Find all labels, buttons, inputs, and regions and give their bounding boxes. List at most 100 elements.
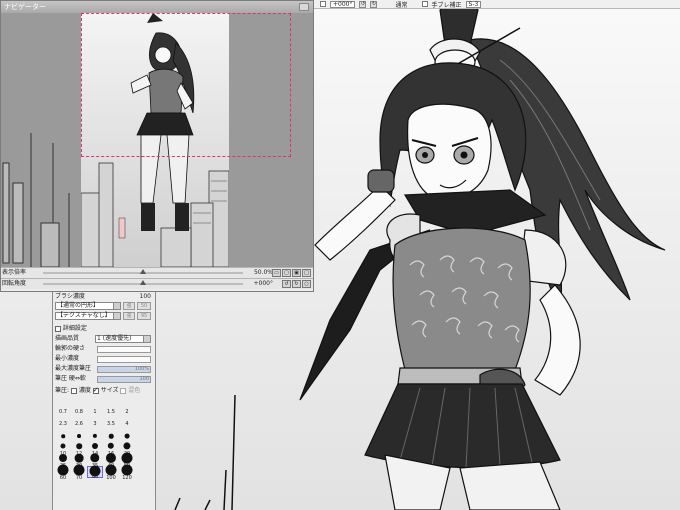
texture-select[interactable]: 【テクスチャなし】 xyxy=(55,312,121,320)
blend-checkbox[interactable] xyxy=(120,387,127,394)
advanced-settings-toggle[interactable]: 詳細設定 xyxy=(55,324,153,333)
brush-size-cell[interactable] xyxy=(71,430,87,442)
brush-size-dot xyxy=(105,452,117,464)
brush-size-cell[interactable]: 1.5 xyxy=(103,406,119,418)
pressure-softness-label: 筆圧 硬⇔軟 xyxy=(55,375,86,382)
edge-hardness-label: 輪郭の硬さ xyxy=(55,345,86,352)
brush-size-cell[interactable]: 2.6 xyxy=(71,418,87,430)
shape-strength-label: 強 xyxy=(123,302,135,310)
blend-checkbox-label: 混色 xyxy=(128,387,141,394)
quality-select[interactable]: 1 (速度優先) xyxy=(95,335,151,343)
zoom-value: 50.0% xyxy=(253,269,273,276)
edge-hardness-slider[interactable] xyxy=(97,346,151,353)
brush-size-dot xyxy=(108,433,114,439)
window-button[interactable] xyxy=(299,3,309,11)
size-checkbox-label: サイズ xyxy=(100,387,119,394)
rotate-reset-button[interactable]: ↺ xyxy=(359,0,367,8)
chevron-down-icon xyxy=(143,336,150,342)
brush-size-cell[interactable]: 120 xyxy=(119,464,135,481)
brush-size-dot xyxy=(74,453,84,463)
rotate-value: +000° xyxy=(253,280,273,287)
brush-size-cell[interactable] xyxy=(55,430,71,442)
texture-strength-label: 強 xyxy=(123,312,135,320)
brush-size-cell[interactable]: 0.7 xyxy=(55,406,71,418)
brush-size-dot xyxy=(107,442,115,450)
quality-label: 描画品質 xyxy=(55,335,80,342)
view-area-rectangle[interactable] xyxy=(81,13,291,157)
brush-size-grid: 0.70.811.522.32.633.54101214162025303540… xyxy=(55,406,151,481)
zoom-fit-button[interactable]: ▣ xyxy=(292,269,301,277)
zoom-slider-thumb[interactable] xyxy=(140,269,146,274)
top-toolbar: +000° ↺ ↻ 通常 手ブレ補正 S-3 xyxy=(314,0,680,9)
rotate-label: 回転角度 xyxy=(2,280,27,287)
brush-size-cell[interactable] xyxy=(87,430,103,442)
brush-size-cell[interactable]: 14 xyxy=(87,442,103,457)
collapse-icon xyxy=(55,325,61,332)
brush-size-row: 2.3 2.6 3 3.5 4 xyxy=(55,418,151,430)
pressure-options-row: 筆圧: 濃度 サイズ 混色 xyxy=(55,386,153,395)
min-density-label: 最小濃度 xyxy=(55,355,80,362)
zoom-out-button[interactable]: ▭ xyxy=(272,269,281,277)
brush-size-dot xyxy=(124,433,130,439)
texture-value: 【テクスチャなし】 xyxy=(57,312,111,319)
min-density-slider[interactable] xyxy=(97,356,151,363)
rotate-right-button[interactable]: ↻ xyxy=(292,280,301,288)
brush-size-cell[interactable]: 2 xyxy=(119,406,135,418)
size-checkbox[interactable] xyxy=(92,386,99,395)
density-label: ブラシ濃度 xyxy=(55,293,85,300)
zoom-reset-button[interactable]: □ xyxy=(302,269,311,277)
rotate-reset-button[interactable]: ○ xyxy=(302,280,311,288)
brush-shape-select[interactable]: 【通常の円形】 xyxy=(55,302,121,310)
stabilizer-select[interactable]: S-3 xyxy=(465,0,482,8)
rotate-apply-button[interactable]: ↻ xyxy=(370,0,378,8)
brush-size-cell[interactable]: 10 xyxy=(55,442,71,457)
brush-size-cell[interactable]: 70 xyxy=(71,464,87,481)
advanced-label: 詳細設定 xyxy=(62,325,87,332)
pressure-options-label: 筆圧: xyxy=(55,387,70,394)
density-row: ブラシ濃度 100 xyxy=(55,292,153,301)
brush-size-label: 60 xyxy=(59,475,67,481)
brush-size-cell[interactable]: 35 xyxy=(87,453,103,469)
brush-size-dot xyxy=(121,464,133,476)
brush-size-row: 0.7 0.8 1 1.5 2 xyxy=(55,406,151,418)
brush-size-cell[interactable]: 2.3 xyxy=(55,418,71,430)
rotate-slider-thumb[interactable] xyxy=(140,280,146,285)
brush-size-cell[interactable]: 3.5 xyxy=(103,418,119,430)
navigator-preview[interactable] xyxy=(1,13,313,267)
brush-size-cell[interactable] xyxy=(103,430,119,442)
brush-size-label: 100 xyxy=(106,475,116,481)
brush-shape-value: 【通常の円形】 xyxy=(57,302,100,309)
brush-size-cell[interactable]: 0.8 xyxy=(71,406,87,418)
max-pressure-slider[interactable]: 100% xyxy=(97,366,151,373)
navigator-window: ナビゲーター 表示倍率 50.0% ▭ ▢ ▣ □ 回転角度 +000° ↺ ↻… xyxy=(0,0,314,292)
rotate-slider[interactable] xyxy=(43,280,243,285)
brush-size-dot xyxy=(61,434,65,438)
zoom-label: 表示倍率 xyxy=(2,269,27,276)
brush-size-cell[interactable]: 3 xyxy=(87,418,103,430)
brush-size-cell[interactable]: 12 xyxy=(71,442,87,457)
brush-size-cell[interactable]: 4 xyxy=(119,418,135,430)
brush-size-cell[interactable] xyxy=(119,430,135,442)
zoom-in-button[interactable]: ▢ xyxy=(282,269,291,277)
chevron-down-icon xyxy=(113,303,120,309)
brush-size-cell[interactable]: 1 xyxy=(87,406,103,418)
brush-size-dot xyxy=(60,443,66,449)
rotate-left-button[interactable]: ↺ xyxy=(282,280,291,288)
brush-size-label: 120 xyxy=(122,475,132,481)
pressure-softness-slider[interactable]: 100 xyxy=(97,376,151,383)
blend-mode-label[interactable]: 通常 xyxy=(395,0,407,9)
rotation-field[interactable]: +000° xyxy=(330,0,356,8)
brush-size-dot xyxy=(92,433,98,439)
brush-size-cell[interactable]: 100 xyxy=(103,464,119,481)
density-checkbox[interactable] xyxy=(70,387,77,394)
texture-strength-value[interactable]: 95 xyxy=(137,312,151,320)
brush-size-cell[interactable]: 80 xyxy=(87,465,103,480)
stabilizer-toggle[interactable] xyxy=(421,1,428,7)
max-pressure-label: 最大濃度筆圧 xyxy=(55,365,92,372)
tool-settings-panel: ブラシ濃度 100 【通常の円形】 強 50 【テクスチャなし】 強 95 詳細… xyxy=(52,292,156,510)
brush-size-cell[interactable]: 60 xyxy=(55,464,71,481)
rotation-lock-checkbox[interactable] xyxy=(320,1,326,7)
navigator-titlebar[interactable]: ナビゲーター xyxy=(1,1,313,13)
zoom-slider[interactable] xyxy=(43,269,243,274)
shape-strength-value[interactable]: 50 xyxy=(137,302,151,310)
